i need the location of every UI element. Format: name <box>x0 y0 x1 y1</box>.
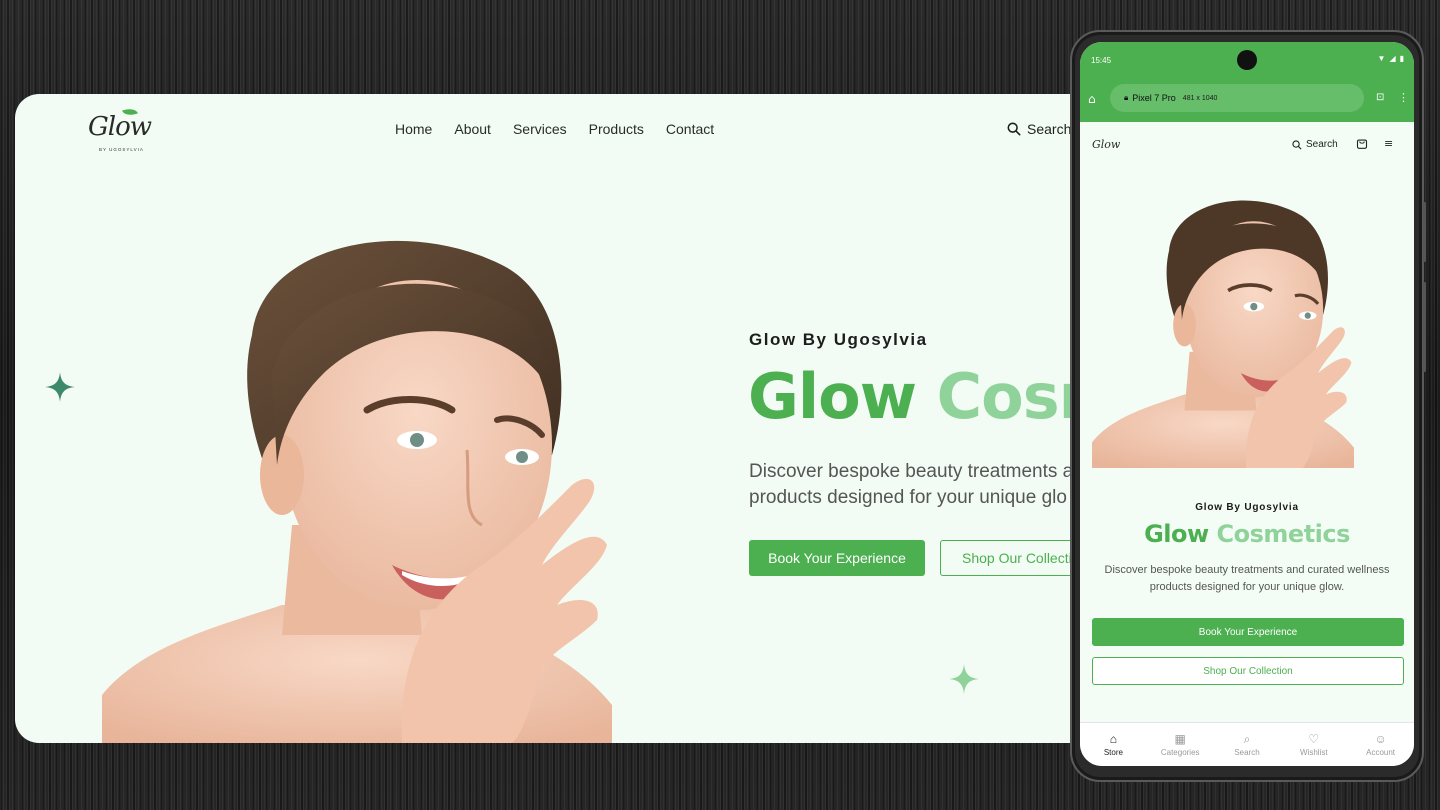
hero-description: Discover bespoke beauty treatments and c… <box>1104 564 1390 593</box>
search-button[interactable]: Search <box>1292 139 1338 150</box>
hero-title-part1: Glow <box>748 360 917 433</box>
more-menu-icon[interactable]: ⋮ <box>1398 91 1409 104</box>
bottom-nav-label: Categories <box>1160 747 1200 757</box>
sparkle-icon <box>45 372 75 402</box>
cart-icon[interactable] <box>1356 137 1368 152</box>
hero-title: Glow Cosn <box>748 360 1103 433</box>
battery-icon: ▮ <box>1399 54 1404 63</box>
logo-tagline: BY UGOSYLVIA <box>99 147 144 152</box>
nav-link-about[interactable]: About <box>454 121 491 137</box>
hero-portrait-image <box>1092 192 1354 468</box>
tabs-icon[interactable]: ⊡ <box>1376 92 1384 103</box>
nav-link-home[interactable]: Home <box>395 121 432 137</box>
logo-wordmark: Glow <box>88 112 152 142</box>
book-experience-button[interactable]: Book Your Experience <box>1092 618 1404 646</box>
hero-description-line: Discover bespoke beauty treatments a <box>749 461 1074 482</box>
status-time: 15:45 <box>1091 56 1112 65</box>
wifi-icon: ▼ <box>1377 54 1386 63</box>
bottom-nav: ⌂ Store ▦ Categories ⌕ Search ♡ Wishlist… <box>1080 722 1414 766</box>
nav-link-products[interactable]: Products <box>589 121 644 137</box>
hero-description-line: products designed for your unique glo <box>749 487 1067 508</box>
grid-icon: ▦ <box>1174 731 1186 746</box>
status-bar: 15:45 ▼ ◢ ▮ <box>1080 42 1414 78</box>
hero-description: Discover bespoke beauty treatments a pro… <box>749 459 1115 511</box>
search-icon: ⌕ <box>1243 731 1251 746</box>
search-icon <box>1007 122 1021 136</box>
hero-portrait-image <box>102 225 612 743</box>
bottom-nav-wishlist[interactable]: ♡ Wishlist <box>1280 723 1347 766</box>
site-logo[interactable]: Glow <box>1092 138 1120 151</box>
volume-button <box>1423 282 1426 372</box>
desktop-browser-window: Glow BY UGOSYLVIA Home About Services Pr… <box>15 94 1115 743</box>
camera-cutout <box>1237 50 1257 70</box>
bottom-nav-label: Search <box>1234 747 1260 757</box>
user-icon: ☺ <box>1374 731 1387 746</box>
main-nav: Home About Services Products Contact <box>395 121 714 137</box>
search-icon <box>1292 139 1302 149</box>
power-button <box>1423 202 1426 262</box>
device-name: Pixel 7 Pro <box>1132 93 1176 103</box>
hero-title-part1: Glow <box>1144 520 1209 548</box>
book-experience-button[interactable]: Book Your Experience <box>749 540 925 576</box>
hero-title: Glow Cosmetics <box>1080 520 1414 548</box>
phone-device-frame: 15:45 ▼ ◢ ▮ ⌂ 🔒︎ Pixel 7 Pro 481 x 1040 … <box>1070 30 1426 782</box>
shop-collection-button[interactable]: Shop Our Collection <box>1092 657 1404 685</box>
bottom-nav-search[interactable]: ⌕ Search <box>1214 723 1281 766</box>
device-dimensions: 481 x 1040 <box>1182 94 1218 102</box>
hero-title-part2: Cosmetics <box>1216 520 1351 548</box>
site-logo[interactable]: Glow BY UGOSYLVIA <box>85 104 160 152</box>
home-icon[interactable]: ⌂ <box>1088 92 1096 106</box>
bottom-nav-categories[interactable]: ▦ Categories <box>1147 723 1214 766</box>
signal-icon: ◢ <box>1389 54 1396 63</box>
bottom-nav-account[interactable]: ☺ Account <box>1347 723 1414 766</box>
search-label: Search <box>1306 139 1338 150</box>
nav-link-services[interactable]: Services <box>513 121 567 137</box>
search-label: Search <box>1027 121 1072 137</box>
sparkle-icon <box>949 664 979 694</box>
bottom-nav-label: Wishlist <box>1300 747 1328 757</box>
bottom-nav-store[interactable]: ⌂ Store <box>1080 723 1147 766</box>
bottom-nav-label: Store <box>1103 747 1123 757</box>
browser-toolbar: ⌂ 🔒︎ Pixel 7 Pro 481 x 1040 ⊡ ⋮ <box>1080 78 1414 122</box>
lock-icon: 🔒︎ <box>1124 93 1129 102</box>
hamburger-menu-icon[interactable]: ≡ <box>1384 137 1393 150</box>
address-bar[interactable]: 🔒︎ Pixel 7 Pro 481 x 1040 <box>1110 84 1364 112</box>
store-icon: ⌂ <box>1109 731 1118 746</box>
phone-screen: 15:45 ▼ ◢ ▮ ⌂ 🔒︎ Pixel 7 Pro 481 x 1040 … <box>1080 42 1414 766</box>
hero-eyebrow: Glow By Ugosylvia <box>1195 502 1299 513</box>
heart-icon: ♡ <box>1308 731 1320 746</box>
mobile-header: Glow Search ≡ <box>1080 122 1414 168</box>
status-icons: ▼ ◢ ▮ <box>1378 54 1404 63</box>
hero-eyebrow: Glow By Ugosylvia <box>749 330 928 349</box>
bottom-nav-label: Account <box>1366 747 1396 757</box>
nav-link-contact[interactable]: Contact <box>666 121 714 137</box>
search-button[interactable]: Search <box>1007 121 1071 137</box>
